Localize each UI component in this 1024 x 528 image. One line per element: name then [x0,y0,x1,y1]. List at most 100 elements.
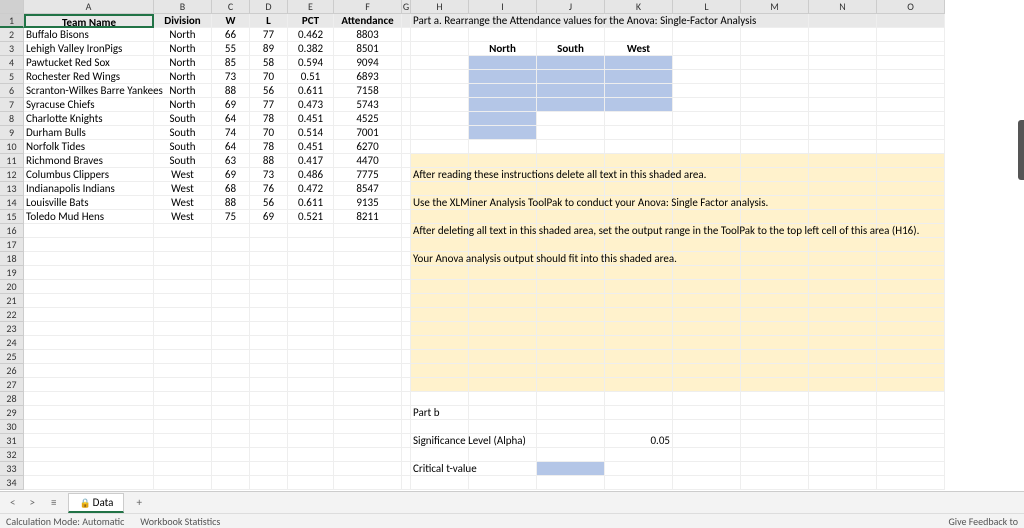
cell-L21[interactable] [673,294,741,308]
cell-K22[interactable] [605,308,673,322]
cell-H5[interactable] [411,70,469,84]
cell-M22[interactable] [741,308,809,322]
cell-H32[interactable] [411,448,469,462]
cell-E24[interactable] [288,336,334,350]
cell-D12[interactable]: 73 [250,168,288,182]
cell-O15[interactable] [877,210,945,224]
cell-E15[interactable]: 0.521 [288,210,334,224]
cell-H3[interactable] [411,42,469,56]
cell-K20[interactable] [605,280,673,294]
col-header-M[interactable]: M [741,0,809,14]
cell-H8[interactable] [411,112,469,126]
cell-M25[interactable] [741,350,809,364]
row-header-31[interactable]: 31 [0,434,24,448]
cell-M33[interactable] [741,462,809,476]
row-header-23[interactable]: 23 [0,322,24,336]
cell-G7[interactable] [402,98,411,112]
workbook-stats-label[interactable]: Workbook Statistics [140,515,220,528]
cell-M10[interactable] [741,140,809,154]
cell-N32[interactable] [809,448,877,462]
cell-H17[interactable] [411,238,469,252]
cell-K6[interactable] [605,84,673,98]
cell-D6[interactable]: 56 [250,84,288,98]
cell-G5[interactable] [402,70,411,84]
cell-C31[interactable] [212,434,250,448]
cell-M13[interactable] [741,182,809,196]
cell-M7[interactable] [741,98,809,112]
cell-M27[interactable] [741,378,809,392]
cell-O31[interactable] [877,434,945,448]
cell-B31[interactable] [154,434,212,448]
cell-I23[interactable] [469,322,537,336]
row-header-18[interactable]: 18 [0,252,24,266]
cell-B27[interactable] [154,378,212,392]
cell-D10[interactable]: 78 [250,140,288,154]
cell-A23[interactable] [24,322,154,336]
cell-I28[interactable] [469,392,537,406]
row-header-9[interactable]: 9 [0,126,24,140]
cell-B3[interactable]: North [154,42,212,56]
col-header-D[interactable]: D [250,0,288,14]
col-header-E[interactable]: E [288,0,334,14]
cell-A32[interactable] [24,448,154,462]
cell-G29[interactable] [402,406,411,420]
cell-D18[interactable] [250,252,288,266]
cell-N20[interactable] [809,280,877,294]
cell-O29[interactable] [877,406,945,420]
cell-D31[interactable] [250,434,288,448]
cell-C3[interactable]: 55 [212,42,250,56]
cell-K17[interactable] [605,238,673,252]
cell-H12[interactable]: After reading these instructions delete … [411,168,469,182]
cell-H31[interactable]: Significance Level (Alpha) [411,434,469,448]
cell-D28[interactable] [250,392,288,406]
cell-C25[interactable] [212,350,250,364]
cell-E29[interactable] [288,406,334,420]
cell-N13[interactable] [809,182,877,196]
cell-C32[interactable] [212,448,250,462]
cell-J2[interactable] [537,28,605,42]
cell-N27[interactable] [809,378,877,392]
cell-J17[interactable] [537,238,605,252]
cell-O32[interactable] [877,448,945,462]
cell-H13[interactable] [411,182,469,196]
cell-N11[interactable] [809,154,877,168]
row-header-11[interactable]: 11 [0,154,24,168]
cell-D5[interactable]: 70 [250,70,288,84]
cell-H28[interactable] [411,392,469,406]
tab-nav-prev-icon[interactable]: < [6,496,19,509]
cell-O5[interactable] [877,70,945,84]
cell-N26[interactable] [809,364,877,378]
cell-K26[interactable] [605,364,673,378]
cell-H9[interactable] [411,126,469,140]
cell-C6[interactable]: 88 [212,84,250,98]
cell-F7[interactable]: 5743 [334,98,402,112]
cell-H4[interactable] [411,56,469,70]
cell-J11[interactable] [537,154,605,168]
cell-E12[interactable]: 0.486 [288,168,334,182]
cell-A30[interactable] [24,420,154,434]
cell-H21[interactable] [411,294,469,308]
cell-L33[interactable] [673,462,741,476]
cell-G13[interactable] [402,182,411,196]
cell-D11[interactable]: 88 [250,154,288,168]
cell-F31[interactable] [334,434,402,448]
cell-K21[interactable] [605,294,673,308]
cell-L34[interactable] [673,476,741,490]
cell-B29[interactable] [154,406,212,420]
cell-A34[interactable] [24,476,154,490]
cell-A4[interactable]: Pawtucket Red Sox [24,56,154,70]
cell-L27[interactable] [673,378,741,392]
cell-C17[interactable] [212,238,250,252]
cell-A6[interactable]: Scranton-Wilkes Barre Yankees [24,84,154,98]
cell-B32[interactable] [154,448,212,462]
cell-C1[interactable]: W [212,14,250,28]
cell-F24[interactable] [334,336,402,350]
cell-O11[interactable] [877,154,945,168]
cell-C29[interactable] [212,406,250,420]
cell-H19[interactable] [411,266,469,280]
cell-G14[interactable] [402,196,411,210]
cell-N3[interactable] [809,42,877,56]
col-header-J[interactable]: J [537,0,605,14]
cell-K8[interactable] [605,112,673,126]
cell-M4[interactable] [741,56,809,70]
